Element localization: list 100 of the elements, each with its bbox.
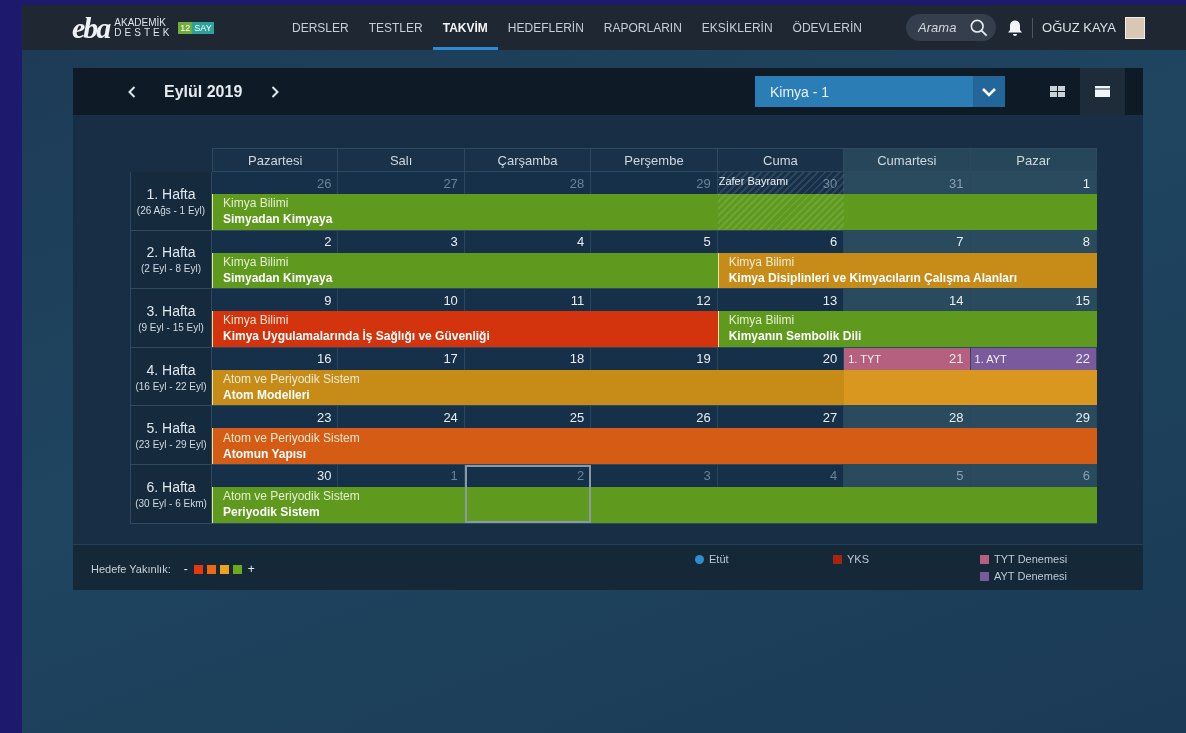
day-cell[interactable]: 15: [970, 289, 1097, 312]
day-cell[interactable]: 31: [844, 172, 971, 194]
week-title: 5. Hafta: [146, 420, 196, 437]
day-number: 29: [696, 175, 711, 191]
day-number: 2: [577, 468, 585, 484]
event-category: Kimya Bilimi: [223, 196, 290, 212]
day-cell[interactable]: 28: [844, 406, 971, 429]
track-badge: SAY: [192, 21, 214, 34]
day-number: 20: [822, 351, 838, 367]
day-cell[interactable]: 5: [591, 230, 718, 253]
legend-label: Hedefe Yakınlık:: [91, 563, 171, 576]
grade-badge: 12: [178, 21, 193, 34]
day-number: 1: [450, 468, 458, 484]
weekday-header: Salı: [338, 148, 465, 172]
day-cell[interactable]: 24: [338, 406, 465, 429]
day-number: 3: [450, 234, 458, 250]
day-cell[interactable]: 13: [717, 289, 845, 312]
day-cell[interactable]: 9: [212, 289, 339, 312]
weekday-header: Çarşamba: [464, 148, 592, 172]
day-cell[interactable]: 11: [464, 289, 592, 312]
day-number: 28: [569, 175, 585, 191]
nav-tab[interactable]: EKSİKLERİN: [691, 5, 783, 50]
event-bar[interactable]: Atom ve Periyodik Sistem Atomun Yapısı: [212, 428, 1097, 464]
day-cell[interactable]: 14: [844, 289, 971, 312]
week-range: (2 Eyl - 8 Eyl): [141, 263, 201, 275]
day-number: 26: [316, 175, 332, 191]
subject-dropdown[interactable]: Kimya - 1: [755, 76, 1005, 107]
day-cell[interactable]: 3: [591, 464, 718, 487]
day-cell[interactable]: 30: [212, 464, 339, 487]
avatar-placeholder[interactable]: [1125, 16, 1145, 39]
notification-bell-icon[interactable]: [1007, 18, 1024, 37]
day-cell[interactable]: 2: [212, 230, 339, 253]
week-title: 3. Hafta: [146, 303, 196, 319]
day-number: 30: [822, 175, 838, 191]
day-number: 13: [822, 292, 838, 308]
holiday-label: Zafer Bayramı: [717, 174, 789, 187]
day-cell[interactable]: 29: [970, 406, 1097, 429]
day-cell[interactable]: 1. TYT 21: [844, 347, 971, 370]
event-category: Atom ve Periyodik Sistem: [223, 430, 361, 446]
chevron-left-icon: [127, 84, 137, 99]
day-number: 15: [1075, 292, 1090, 308]
grid-icon: [1050, 86, 1065, 97]
day-cell[interactable]: 17: [338, 347, 465, 370]
nav-tab[interactable]: TESTLER: [358, 5, 433, 50]
legend-item-label: YKS: [847, 553, 869, 566]
legend-item-label: AYT Denemesi: [994, 570, 1067, 583]
day-number: 26: [696, 409, 711, 425]
day-number: 30: [316, 468, 332, 484]
day-cell[interactable]: 1: [970, 172, 1097, 194]
legend-item-label: TYT Denemesi: [994, 553, 1068, 566]
day-number: 19: [696, 351, 711, 367]
day-cell[interactable]: 7: [844, 230, 971, 253]
day-cell[interactable]: 23: [212, 406, 339, 429]
event-title: Simyadan Kimyaya: [223, 269, 334, 286]
search-field[interactable]: Arama: [906, 14, 997, 41]
day-number: 5: [956, 468, 964, 484]
nav-tab[interactable]: DERSLER: [282, 5, 359, 50]
day-cell[interactable]: 3: [338, 230, 465, 253]
day-cell[interactable]: 12: [591, 289, 718, 312]
weekday-header: Cumartesi: [844, 148, 971, 172]
nav-tab[interactable]: RAPORLARIN: [593, 5, 692, 50]
logo-text: DESTEK: [114, 27, 173, 38]
day-cell[interactable]: 27: [717, 406, 845, 429]
legend-low-sign: -: [183, 562, 188, 577]
event-title: Periyodik Sistem: [223, 504, 321, 521]
day-cell[interactable]: 5: [844, 464, 971, 487]
day-number: 27: [443, 175, 458, 191]
day-cell[interactable]: 19: [591, 347, 718, 370]
user-name[interactable]: OĞUZ KAYA: [1042, 20, 1116, 35]
chevron-right-icon: [270, 84, 281, 99]
legend-item-label: Etüt: [709, 553, 729, 566]
month-title: Eylül 2019: [164, 82, 243, 101]
day-number: 14: [949, 292, 964, 308]
event-bar[interactable]: Kimya Bilimi Kimya Uygulamalarında İş Sağlığı ve Güvenliği: [212, 311, 718, 347]
day-number: 10: [443, 292, 458, 308]
day-cell[interactable]: 25: [464, 406, 592, 429]
day-number: 17: [443, 351, 458, 367]
single-view-button[interactable]: [1080, 68, 1125, 115]
event-category: Kimya Bilimi: [223, 254, 290, 270]
day-number: 22: [1075, 351, 1090, 367]
day-number: 29: [1075, 409, 1090, 425]
day-cell[interactable]: 16: [212, 347, 339, 370]
day-number: 24: [443, 409, 458, 425]
event-category: Kimya Bilimi: [728, 313, 796, 329]
event-category: Kimya Bilimi: [223, 313, 290, 329]
search-input[interactable]: Arama: [918, 20, 971, 35]
event-title: Atom Modelleri: [223, 387, 311, 404]
day-cell[interactable]: 10: [338, 289, 465, 312]
day-number: 11: [570, 292, 585, 308]
week-range: (23 Eyl - 29 Eyl): [135, 439, 207, 451]
day-number: 6: [829, 234, 838, 250]
day-number: 4: [577, 234, 585, 250]
nav-tab[interactable]: ÖDEVLERİN: [782, 5, 872, 50]
day-cell[interactable]: 26: [212, 172, 339, 194]
weekday-header: Pazar: [970, 148, 1097, 172]
day-cell[interactable]: 26: [591, 406, 718, 429]
day-number: 9: [324, 292, 332, 308]
nav-tab[interactable]: TAKVİM: [432, 5, 498, 50]
day-cell[interactable]: 1: [338, 464, 465, 487]
nav-tab[interactable]: HEDEFLERİN: [497, 5, 594, 50]
